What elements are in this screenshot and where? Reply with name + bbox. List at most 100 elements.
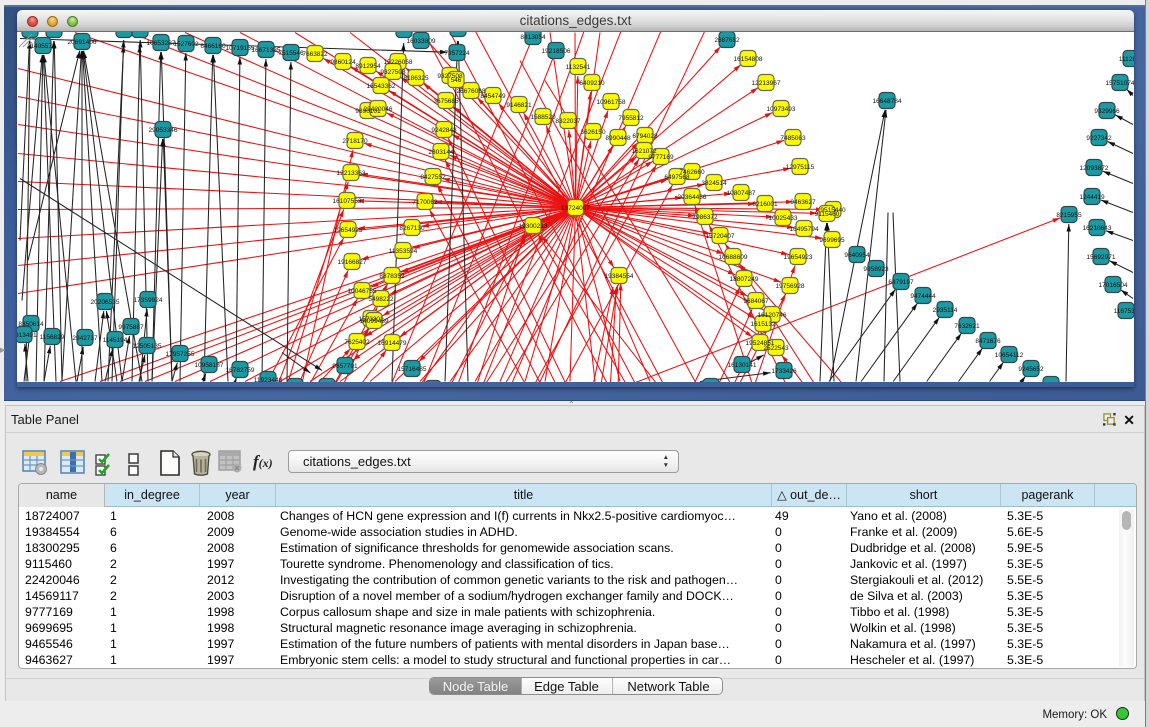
- svg-text:9657791: 9657791: [332, 363, 358, 370]
- svg-text:9115460: 9115460: [815, 211, 840, 218]
- svg-text:19654923: 19654923: [784, 254, 813, 261]
- svg-text:8471676: 8471676: [975, 338, 1001, 345]
- svg-text:15751074: 15751074: [1106, 80, 1134, 87]
- svg-text:16543362: 16543362: [367, 83, 396, 90]
- svg-text:18807249: 18807249: [730, 276, 759, 283]
- svg-text:16154808: 16154808: [734, 56, 763, 63]
- svg-text:17957255: 17957255: [166, 351, 195, 358]
- svg-text:8215955: 8215955: [1056, 212, 1082, 219]
- svg-text:1145194: 1145194: [103, 337, 128, 344]
- svg-text:10973493: 10973493: [767, 106, 796, 113]
- svg-text:16671385: 16671385: [252, 47, 281, 54]
- svg-text:12975115: 12975115: [786, 164, 815, 171]
- svg-text:9777169: 9777169: [648, 154, 674, 161]
- svg-text:8878352: 8878352: [379, 273, 405, 280]
- svg-text:6497568: 6497568: [664, 174, 690, 181]
- svg-text:7986372: 7986372: [692, 214, 718, 221]
- svg-text:1527602: 1527602: [173, 41, 199, 48]
- svg-text:9699695: 9699695: [819, 237, 845, 244]
- svg-text:10025433: 10025433: [769, 215, 798, 222]
- svg-text:9227342: 9227342: [1086, 135, 1112, 142]
- svg-text:7485063: 7485063: [780, 135, 806, 142]
- svg-text:15692971: 15692971: [1087, 254, 1116, 261]
- svg-text:9474444: 9474444: [910, 293, 936, 300]
- svg-text:14099489: 14099489: [360, 318, 389, 325]
- svg-text:7625402: 7625402: [344, 339, 370, 346]
- svg-text:12213967: 12213967: [752, 80, 781, 87]
- svg-text:8912954: 8912954: [355, 63, 381, 70]
- svg-text:16130141: 16130141: [728, 362, 757, 369]
- svg-text:6879197: 6879197: [888, 279, 914, 286]
- svg-text:1615132: 1615132: [750, 321, 776, 328]
- svg-text:18724007: 18724007: [561, 205, 590, 212]
- svg-text:10807487: 10807487: [727, 190, 756, 197]
- svg-text:3626150: 3626150: [580, 129, 606, 136]
- svg-text:2718170: 2718170: [342, 138, 368, 145]
- svg-text:3913491: 3913491: [17, 332, 37, 339]
- svg-text:2935114: 2935114: [933, 307, 958, 314]
- svg-text:29053346: 29053346: [149, 127, 178, 134]
- svg-text:15720407: 15720407: [706, 233, 735, 240]
- svg-text:1405572: 1405572: [30, 43, 56, 50]
- svg-text:546: 546: [451, 77, 462, 84]
- svg-text:16107553: 16107553: [333, 198, 362, 205]
- svg-text:8350614: 8350614: [18, 321, 44, 328]
- svg-text:1112842: 1112842: [1119, 56, 1134, 63]
- svg-text:8322037: 8322037: [555, 118, 581, 125]
- svg-text:10688609: 10688609: [719, 254, 748, 261]
- svg-text:9327503: 9327503: [380, 69, 406, 76]
- svg-text:19654925: 19654925: [334, 227, 363, 234]
- svg-text:1167533: 1167533: [1114, 308, 1134, 315]
- svg-text:20691406: 20691406: [68, 39, 97, 46]
- svg-text:9245652: 9245652: [1018, 366, 1044, 373]
- svg-text:2687682: 2687682: [714, 37, 740, 44]
- svg-text:16033809: 16033809: [407, 38, 436, 45]
- svg-text:9975887: 9975887: [118, 324, 144, 331]
- svg-text:1132541: 1132541: [566, 64, 591, 71]
- svg-text:19166827: 19166827: [338, 259, 367, 266]
- svg-text:9858923: 9858923: [863, 266, 889, 273]
- svg-text:15716485: 15716485: [398, 366, 427, 373]
- svg-text:20206535: 20206535: [91, 299, 120, 306]
- svg-text:10653287: 10653287: [147, 40, 176, 47]
- svg-text:2803144: 2803144: [428, 149, 454, 156]
- svg-text:1244419: 1244419: [1079, 194, 1105, 201]
- svg-text:16210643: 16210643: [1083, 225, 1112, 232]
- svg-text:9684067: 9684067: [743, 298, 769, 305]
- svg-text:12093872: 12093872: [1080, 165, 1109, 172]
- svg-text:10961758: 10961758: [597, 99, 626, 106]
- svg-text:19384554: 19384554: [605, 273, 634, 280]
- svg-text:3824514: 3824514: [701, 180, 727, 187]
- svg-text:12505135: 12505135: [133, 343, 162, 350]
- svg-text:7663822: 7663822: [302, 51, 328, 58]
- svg-text:7632621: 7632621: [954, 323, 980, 330]
- svg-text:22420046: 22420046: [364, 106, 393, 113]
- svg-text:1733426: 1733426: [771, 368, 797, 375]
- svg-text:9640954: 9640954: [844, 252, 870, 259]
- svg-text:7357224: 7357224: [444, 50, 470, 57]
- svg-text:16495794: 16495794: [790, 226, 819, 233]
- svg-text:2522543: 2522543: [763, 345, 789, 352]
- svg-text:8813054: 8813054: [520, 34, 546, 41]
- svg-text:7515546: 7515546: [278, 50, 304, 57]
- svg-text:8990448: 8990448: [605, 135, 631, 142]
- svg-text:9242843: 9242843: [431, 127, 457, 134]
- svg-text:11353594: 11353594: [389, 248, 418, 255]
- svg-text:3675685: 3675685: [433, 98, 459, 105]
- svg-text:19756928: 19756928: [776, 283, 805, 290]
- svg-text:10958187: 10958187: [195, 362, 224, 369]
- svg-text:5498222: 5498222: [368, 296, 394, 303]
- svg-text:10719155: 10719155: [226, 45, 255, 52]
- svg-text:19218506: 19218506: [542, 48, 571, 55]
- svg-text:9463627: 9463627: [790, 199, 816, 206]
- svg-text:9146821: 9146821: [506, 102, 532, 109]
- svg-text:16914479: 16914479: [378, 340, 407, 347]
- svg-text:10046755: 10046755: [348, 288, 377, 295]
- svg-text:12213363: 12213363: [337, 170, 366, 177]
- svg-text:17016504: 17016504: [1099, 282, 1128, 289]
- svg-text:15226058: 15226058: [384, 59, 413, 66]
- svg-text:6216001: 6216001: [752, 201, 778, 208]
- svg-text:20364436: 20364436: [678, 194, 707, 201]
- svg-text:19300213: 19300213: [519, 223, 548, 230]
- svg-text:1156829: 1156829: [40, 334, 65, 341]
